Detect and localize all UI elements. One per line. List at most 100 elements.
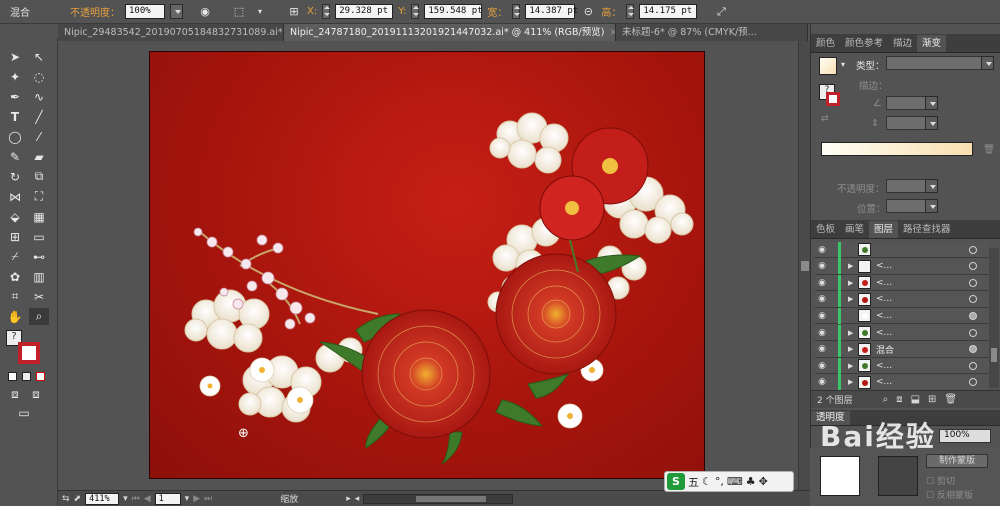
- expand-arrow-icon[interactable]: ▶: [848, 295, 858, 303]
- screen-mode-icon[interactable]: ▭: [14, 404, 34, 421]
- x-spinner[interactable]: [322, 4, 331, 19]
- ime-toolbar[interactable]: S 五 ☾ °, ⌨ ♣ ✥: [664, 471, 794, 492]
- close-icon[interactable]: ×: [609, 27, 615, 38]
- stroke-swatch-icon[interactable]: [18, 342, 40, 364]
- layer-name[interactable]: 混合: [876, 343, 969, 356]
- selection-tool-icon[interactable]: ➤: [5, 48, 25, 65]
- opacity-dropdown-arrow[interactable]: [170, 4, 183, 19]
- expand-arrow-icon[interactable]: ▶: [848, 329, 858, 337]
- height-spinner[interactable]: [626, 4, 635, 19]
- scale-icon[interactable]: ⧉: [29, 168, 49, 185]
- next-artboard-icon[interactable]: ▶: [193, 494, 200, 504]
- sogou-logo-icon[interactable]: S: [667, 473, 685, 490]
- target-icon[interactable]: [969, 311, 977, 320]
- chevron-down-icon[interactable]: ▾: [841, 60, 845, 69]
- horizontal-scrollbar[interactable]: [363, 493, 514, 504]
- shape-builder-icon[interactable]: ⬙: [5, 208, 25, 225]
- paintbrush-icon[interactable]: ⁄: [29, 128, 49, 145]
- eye-icon[interactable]: ◉: [815, 344, 829, 354]
- aspect-ratio-input[interactable]: [886, 116, 938, 130]
- hand-tool-icon[interactable]: ✋: [5, 308, 25, 325]
- type-tool-icon[interactable]: T: [5, 108, 25, 125]
- expand-arrow-icon[interactable]: ▶: [848, 345, 858, 353]
- zoom-tool-icon[interactable]: ⌕: [29, 308, 49, 325]
- expand-arrow-icon[interactable]: ▶: [848, 378, 858, 386]
- layer-row[interactable]: ◉ ▶ <...: [815, 274, 989, 292]
- status-menu-icon[interactable]: ▸: [346, 494, 351, 504]
- scrollbar-thumb[interactable]: [416, 495, 487, 502]
- export-icon[interactable]: ⬈: [74, 494, 82, 504]
- delete-layer-icon[interactable]: 🗑: [944, 394, 957, 405]
- ellipse-tool-icon[interactable]: ◯: [5, 128, 25, 145]
- tab-brushes[interactable]: 画笔: [840, 221, 869, 238]
- locate-object-icon[interactable]: ⌕: [883, 394, 889, 405]
- target-icon[interactable]: [969, 345, 977, 354]
- link-proportions-icon[interactable]: ⊝: [580, 4, 596, 20]
- reference-point-icon[interactable]: ⊞: [286, 4, 302, 20]
- layer-name[interactable]: <...: [876, 294, 969, 304]
- layer-row[interactable]: ◉ ▶ <...: [815, 291, 989, 308]
- target-icon[interactable]: [969, 295, 977, 304]
- clip-mask-icon[interactable]: ⧈: [896, 394, 902, 405]
- transparency-opacity-input[interactable]: 100%: [939, 429, 991, 443]
- width-input[interactable]: 14.387 pt: [525, 4, 578, 19]
- tab-document-1[interactable]: Nipic_29483542_20190705184832731089.ai* …: [58, 24, 284, 41]
- expand-arrow-icon[interactable]: ▶: [848, 262, 858, 270]
- free-transform-icon[interactable]: ⛶: [29, 188, 49, 205]
- stop-opacity-input[interactable]: [886, 179, 938, 193]
- eye-icon[interactable]: ◉: [815, 377, 829, 387]
- skin-icon[interactable]: ♣: [746, 475, 756, 488]
- layer-name[interactable]: <...: [876, 311, 969, 321]
- magic-wand-icon[interactable]: ✦: [5, 68, 25, 85]
- layer-name[interactable]: <...: [876, 278, 969, 288]
- expand-arrow-icon[interactable]: ▶: [848, 279, 858, 287]
- settings-icon[interactable]: ✥: [759, 475, 768, 488]
- artboard-nav-icon[interactable]: ⇆: [62, 494, 70, 504]
- invert-mask-checkbox[interactable]: ☐ 反相蒙版: [926, 488, 973, 501]
- layer-row[interactable]: ◉ <...: [815, 307, 989, 325]
- new-layer-icon[interactable]: ⊞: [928, 394, 936, 405]
- expand-arrow-icon[interactable]: ▶: [848, 362, 858, 370]
- target-icon[interactable]: [969, 278, 977, 287]
- artboard-dropdown-icon[interactable]: ▾: [185, 494, 190, 504]
- artboard-tool-icon[interactable]: ⌗: [5, 288, 25, 305]
- ime-mode-label[interactable]: 五: [688, 474, 699, 490]
- target-icon[interactable]: [969, 361, 977, 370]
- gradient-mode-icon[interactable]: [22, 372, 31, 381]
- gradient-tool-icon[interactable]: ▭: [29, 228, 49, 245]
- stop-position-input[interactable]: [886, 199, 938, 213]
- eye-icon[interactable]: ◉: [815, 311, 829, 321]
- draw-behind-icon[interactable]: ⧈: [26, 386, 46, 403]
- tab-layers[interactable]: 图层: [869, 221, 899, 238]
- zoom-level-input[interactable]: 411%: [85, 492, 120, 505]
- layer-row[interactable]: ◉ ▶ <...: [815, 357, 989, 375]
- vertical-scrollbar[interactable]: [798, 41, 810, 490]
- perspective-grid-icon[interactable]: ▦: [29, 208, 49, 225]
- punctuation-icon[interactable]: °,: [715, 475, 724, 488]
- scroll-left-icon[interactable]: ◂: [355, 494, 360, 504]
- tab-document-2[interactable]: Nipic_24787180_20191113201921447032.ai* …: [284, 24, 616, 41]
- layer-name[interactable]: <...: [876, 328, 969, 338]
- gradient-type-dropdown[interactable]: [886, 56, 994, 70]
- moon-icon[interactable]: ☾: [702, 475, 712, 488]
- eye-icon[interactable]: ◉: [815, 245, 829, 255]
- width-tool-icon[interactable]: ⋈: [5, 188, 25, 205]
- tab-color[interactable]: 颜色: [811, 35, 840, 52]
- rotate-icon[interactable]: ↻: [5, 168, 25, 185]
- layer-name[interactable]: <...: [876, 361, 969, 371]
- layers-scrollbar[interactable]: [989, 248, 999, 388]
- pen-tool-icon[interactable]: ✒: [5, 88, 25, 105]
- gradient-swatch[interactable]: [819, 57, 837, 75]
- clip-checkbox[interactable]: ☐ 剪切: [926, 474, 955, 487]
- new-sublayer-icon[interactable]: ⬓: [911, 394, 920, 405]
- y-spinner[interactable]: [411, 4, 420, 19]
- line-tool-icon[interactable]: ╱: [29, 108, 49, 125]
- direct-selection-icon[interactable]: ↖: [29, 48, 49, 65]
- eraser-icon[interactable]: ▰: [29, 148, 49, 165]
- eye-icon[interactable]: ◉: [815, 278, 829, 288]
- eye-icon[interactable]: ◉: [815, 328, 829, 338]
- tab-stroke[interactable]: 描边: [888, 35, 917, 52]
- target-icon[interactable]: [969, 378, 977, 387]
- scrollbar-thumb[interactable]: [991, 348, 997, 362]
- gradient-slider[interactable]: [821, 142, 973, 156]
